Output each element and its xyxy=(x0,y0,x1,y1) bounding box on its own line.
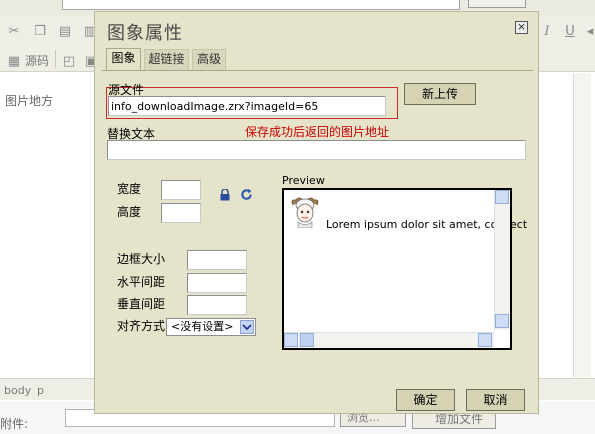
preview-icon[interactable]: ◰ xyxy=(62,55,76,69)
italic-icon[interactable]: I xyxy=(540,25,554,39)
editor-text: 图片地方 xyxy=(5,94,54,108)
source-button[interactable]: 源码 xyxy=(25,53,49,69)
reset-size-icon[interactable] xyxy=(240,188,253,201)
close-icon[interactable]: × xyxy=(515,21,528,34)
cancel-button[interactable]: 取消 xyxy=(466,389,525,411)
cut-icon[interactable]: ✂ xyxy=(7,25,21,39)
image-properties-dialog: 图象属性 × 图象 超链接 高级 源文件 新上传 替换文本 保存成功后返回的图片… xyxy=(94,11,539,414)
chevron-down-icon[interactable] xyxy=(240,320,254,334)
alt-text-field[interactable] xyxy=(107,140,526,160)
source-icon[interactable]: ▦ xyxy=(7,55,21,69)
vspace-label: 垂直间距 xyxy=(117,297,166,311)
align-select[interactable]: <没有设置> xyxy=(166,318,256,336)
scroll-down-icon[interactable] xyxy=(495,314,509,328)
scroll-left-icon[interactable] xyxy=(284,333,298,347)
status-tag-p[interactable]: p xyxy=(37,384,44,397)
top-button[interactable] xyxy=(468,0,526,8)
width-field[interactable] xyxy=(161,180,201,200)
tab-advanced[interactable]: 高级 xyxy=(192,49,226,70)
image-tab-panel: 源文件 新上传 替换文本 保存成功后返回的图片地址 宽度 高度 边框大小 水平间… xyxy=(102,70,533,375)
align-label: 对齐方式 xyxy=(117,319,166,333)
scroll-right-icon[interactable] xyxy=(478,333,492,347)
upload-button[interactable]: 新上传 xyxy=(404,83,476,105)
underline-icon[interactable]: U xyxy=(563,25,577,39)
copy-icon[interactable]: ❐ xyxy=(33,25,47,39)
preview-vertical-scrollbar[interactable] xyxy=(494,190,510,330)
preview-label: Preview xyxy=(282,174,325,187)
editor-scrollbar[interactable] xyxy=(573,73,591,377)
paste-icon[interactable]: ▤ xyxy=(58,25,72,39)
align-select-value: <没有设置> xyxy=(171,320,234,333)
ok-button[interactable]: 确定 xyxy=(396,389,455,411)
source-url-field[interactable] xyxy=(108,96,386,116)
attachment-label: 附件: xyxy=(0,417,29,431)
tab-image[interactable]: 图象 xyxy=(106,48,141,71)
height-label: 高度 xyxy=(117,205,142,219)
vspace-field[interactable] xyxy=(187,295,247,315)
preview-box: Lorem ipsum dolor sit amet, consect xyxy=(282,188,527,350)
top-text-field[interactable] xyxy=(62,0,460,10)
toolbar-separator xyxy=(55,50,56,68)
status-tag-body[interactable]: body xyxy=(4,384,31,397)
height-field[interactable] xyxy=(161,203,201,223)
tab-hyperlink[interactable]: 超链接 xyxy=(144,49,189,70)
scroll-up-icon[interactable] xyxy=(495,190,509,204)
scroll-thumb[interactable] xyxy=(300,333,314,347)
lock-ratio-icon[interactable] xyxy=(220,189,230,201)
more-icon[interactable]: ◂ xyxy=(583,25,595,39)
border-label: 边框大小 xyxy=(117,252,166,266)
hspace-field[interactable] xyxy=(187,273,247,293)
annotation-text: 保存成功后返回的图片地址 xyxy=(245,125,390,139)
dialog-title: 图象属性 xyxy=(107,23,183,44)
width-label: 宽度 xyxy=(117,182,142,196)
preview-image xyxy=(291,197,319,228)
add-file-label: 增加文件 xyxy=(435,412,484,426)
border-field[interactable] xyxy=(187,250,247,270)
hspace-label: 水平间距 xyxy=(117,275,166,289)
preview-horizontal-scrollbar[interactable] xyxy=(284,332,494,348)
